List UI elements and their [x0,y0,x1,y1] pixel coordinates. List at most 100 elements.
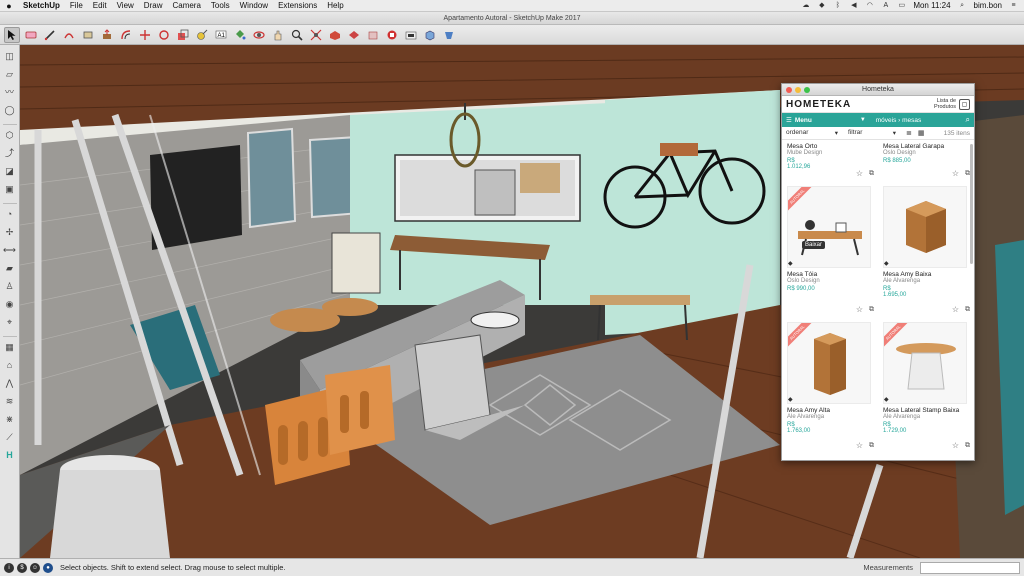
styles-icon[interactable] [403,27,419,43]
rectangle-tool-icon[interactable] [80,27,96,43]
zoom-window-button[interactable] [804,87,810,93]
favorite-star-icon[interactable]: ☆ [952,169,959,178]
info-icon[interactable]: i [4,562,14,573]
pencil-line-tool-icon[interactable] [42,27,58,43]
keyboard-input-icon[interactable]: A [881,2,890,10]
product-card[interactable]: AUTORAL ◆ Mesa Lateral Stamp Baixa Ale A… [881,320,973,456]
product-thumbnail[interactable]: AUTORAL [787,322,871,404]
external-link-icon[interactable]: ⧉ [965,442,970,450]
circle-tool-icon[interactable]: ◯ [2,103,17,118]
layout-send-icon[interactable] [384,27,400,43]
spotlight-search-icon[interactable]: ⌕ [958,2,967,10]
filter-dropdown[interactable]: filtrar ▾ [848,129,900,137]
shopping-bag-icon[interactable]: ▢ [959,98,970,110]
share-model-icon[interactable] [346,27,362,43]
product-card[interactable]: Mesa Orto Mube Design R$ 1.012,96 ☆ ⧉ [785,140,877,184]
favorite-star-icon[interactable]: ☆ [856,305,863,314]
freehand-icon[interactable]: 〰 [2,85,17,100]
polygon-tool-icon[interactable]: ⬡ [2,128,17,143]
menu-edit[interactable]: Edit [88,1,112,10]
battery-icon[interactable]: ▭ [897,2,906,10]
external-link-icon[interactable]: ⧉ [965,306,970,314]
geolocation-icon[interactable]: ● [43,562,53,573]
favorite-star-icon[interactable]: ☆ [952,441,959,450]
notification-center-icon[interactable]: ≡ [1009,2,1018,10]
menubar-clock[interactable]: Mon 11:24 [913,1,950,10]
dimension-tool-icon[interactable]: ⟷ [2,243,17,258]
external-link-icon[interactable]: ⧉ [869,306,874,314]
product-thumbnail[interactable]: AUTORAL Baixar [787,186,871,268]
offset-tool-icon[interactable] [118,27,134,43]
protractor-icon[interactable]: ◔ [2,207,17,222]
grid-view-icon[interactable]: ▦ [918,129,925,137]
select-tool-icon[interactable] [4,26,20,43]
sort-dropdown[interactable]: ordenar ▾ [786,129,842,137]
dropbox-icon[interactable]: ◆ [817,2,826,10]
cloud-icon[interactable]: ☁ [801,2,810,10]
menu-tools[interactable]: Tools [206,1,235,10]
menu-file[interactable]: File [65,1,88,10]
eraser-side-icon[interactable]: ▱ [2,67,17,82]
hamburger-menu-icon[interactable]: ☰ [786,116,792,124]
section-plane-icon[interactable]: ▰ [2,261,17,276]
3d-model-cube-icon[interactable]: ◆ [884,396,889,403]
add-detail-icon[interactable]: ⋇ [2,412,17,427]
3d-model-cube-icon[interactable]: ◆ [884,260,889,267]
wifi-icon[interactable]: ◠ [865,2,874,10]
rotate-tool-icon[interactable] [156,27,172,43]
chevron-down-icon[interactable]: ▼ [860,117,866,123]
3d-warehouse-icon[interactable] [327,27,343,43]
stamp-icon[interactable]: ⌂ [2,358,17,373]
menu-draw[interactable]: Draw [139,1,168,10]
category-breadcrumb[interactable]: móveis › mesas [876,117,922,124]
follow-me-icon[interactable]: ⤴ [2,146,17,161]
menu-extensions[interactable]: Extensions [273,1,322,10]
position-camera-icon[interactable]: ⌖ [2,315,17,330]
volume-icon[interactable]: ◀ [849,2,858,10]
product-card[interactable]: AUTORAL ◆ Mesa Amy Alta Ale Alvarenga R$… [785,320,877,456]
menu-window[interactable]: Window [235,1,273,10]
flip-edge-icon[interactable]: ⟋ [2,430,17,445]
product-thumbnail[interactable] [883,186,967,268]
product-card[interactable]: ◆ Mesa Amy Baixa Ale Alvarenga R$ 1.695,0… [881,184,973,320]
close-window-button[interactable] [786,87,792,93]
scale-tool-icon[interactable] [175,27,191,43]
menu-label[interactable]: Menu [795,117,812,124]
favorite-star-icon[interactable]: ☆ [952,305,959,314]
menu-help[interactable]: Help [322,1,348,10]
smoove-icon[interactable]: ≋ [2,394,17,409]
tape-measure-tool-icon[interactable] [194,27,210,43]
external-link-icon[interactable]: ⧉ [869,170,874,178]
credits-icon[interactable]: $ [17,562,27,573]
zoom-extents-tool-icon[interactable] [308,27,324,43]
drape-icon[interactable]: ⋀ [2,376,17,391]
menu-app-name[interactable]: SketchUp [18,1,65,10]
axes-tool-icon[interactable]: ✢ [2,225,17,240]
product-list-link[interactable]: Lista de Produtos [934,98,956,110]
paint-bucket-tool-icon[interactable] [232,27,248,43]
sandbox-icon[interactable]: ▦ [2,340,17,355]
product-card[interactable]: AUTORAL Baixar ◆ Mesa Tóia Oslo Design R… [785,184,877,320]
intersect-icon[interactable]: ◪ [2,164,17,179]
orbit-tool-icon[interactable] [251,27,267,43]
bluetooth-icon[interactable]: ᛒ [833,2,842,10]
apple-icon[interactable]: ● [0,1,18,11]
search-icon[interactable]: ⌕ [966,115,970,125]
menu-view[interactable]: View [112,1,139,10]
3d-model-cube-icon[interactable]: ◆ [788,396,793,403]
measurements-input[interactable] [920,561,1020,574]
look-around-icon[interactable]: ◉ [2,297,17,312]
eraser-tool-icon[interactable] [23,27,39,43]
extension-warehouse-icon[interactable] [365,27,381,43]
hometeka-plugin-icon[interactable]: H [2,448,17,463]
favorite-star-icon[interactable]: ☆ [856,441,863,450]
outer-shell-icon[interactable]: ▣ [2,182,17,197]
product-card[interactable]: Mesa Lateral Garapa Oslo Design R$ 885,0… [881,140,973,184]
favorite-star-icon[interactable]: ☆ [856,169,863,178]
menubar-user[interactable]: bim.bon [974,1,1002,10]
walk-tool-icon[interactable]: ♙ [2,279,17,294]
components-icon[interactable] [422,27,438,43]
pan-tool-icon[interactable] [270,27,286,43]
external-link-icon[interactable]: ⧉ [869,442,874,450]
arc-tool-icon[interactable] [61,27,77,43]
